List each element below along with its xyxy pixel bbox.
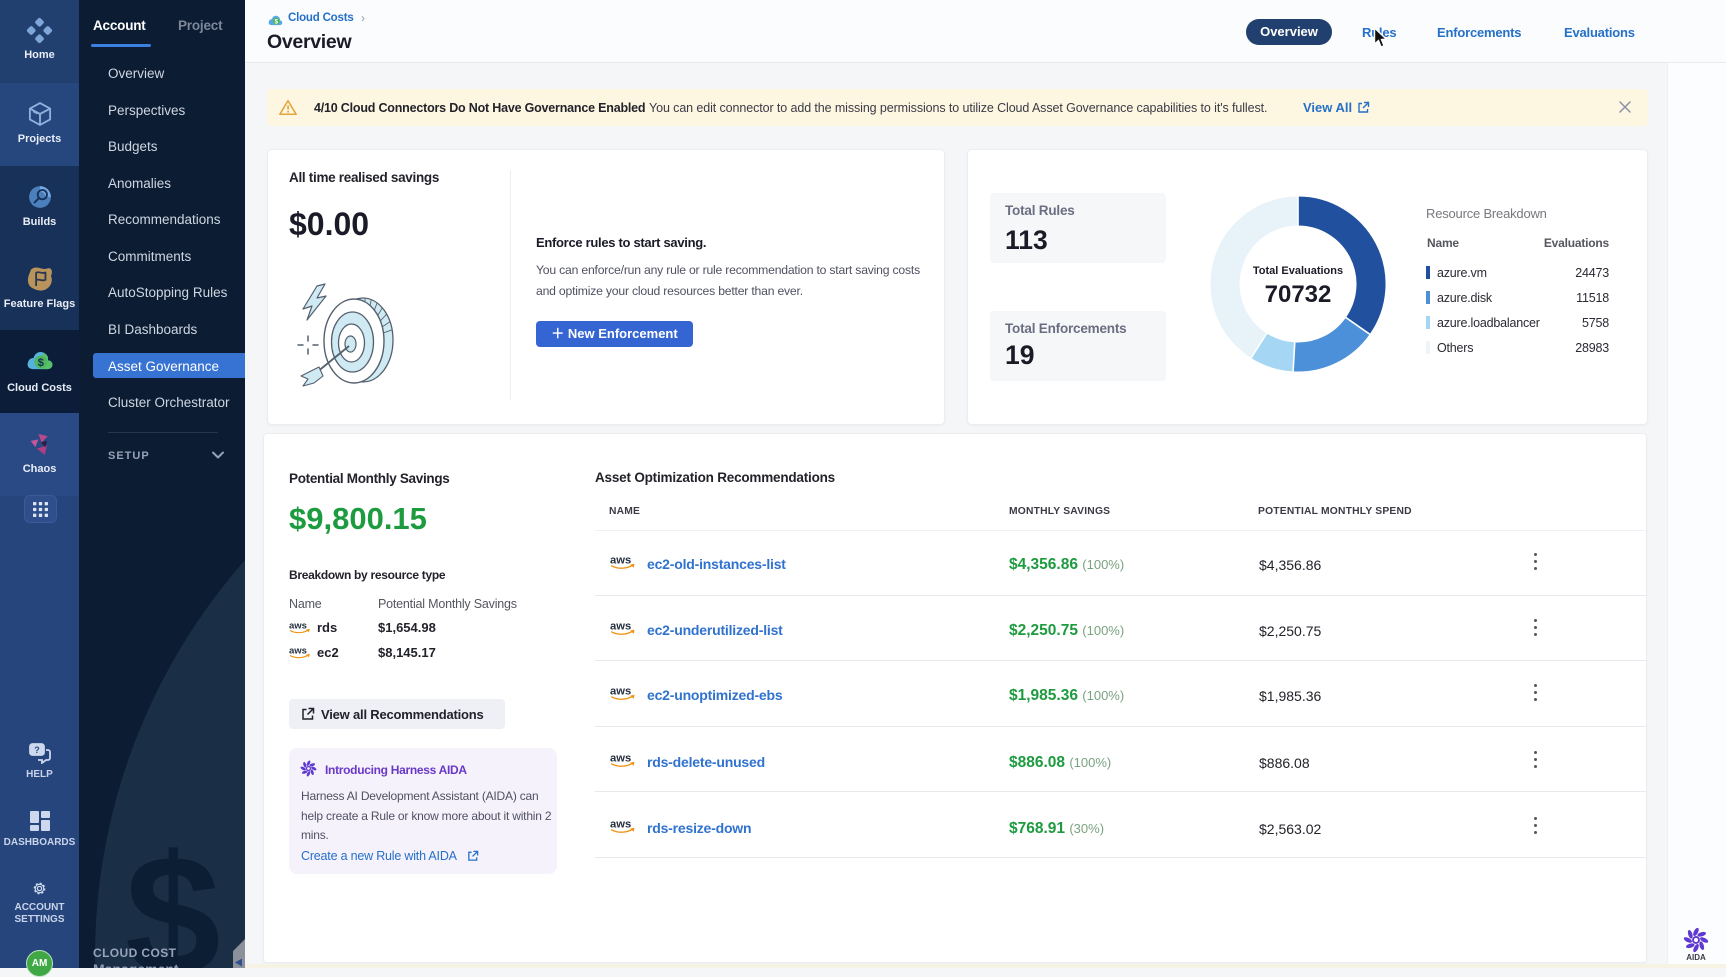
svg-text:aws: aws <box>610 620 631 632</box>
svg-text:aws: aws <box>289 621 307 632</box>
svg-text:aws: aws <box>610 685 631 697</box>
svg-text:?: ? <box>34 745 40 755</box>
svg-text:aws: aws <box>610 818 631 830</box>
svg-text:aws: aws <box>610 752 631 764</box>
svg-text:aws: aws <box>289 646 307 657</box>
svg-text:aws: aws <box>610 554 631 566</box>
svg-text:$: $ <box>37 357 43 369</box>
